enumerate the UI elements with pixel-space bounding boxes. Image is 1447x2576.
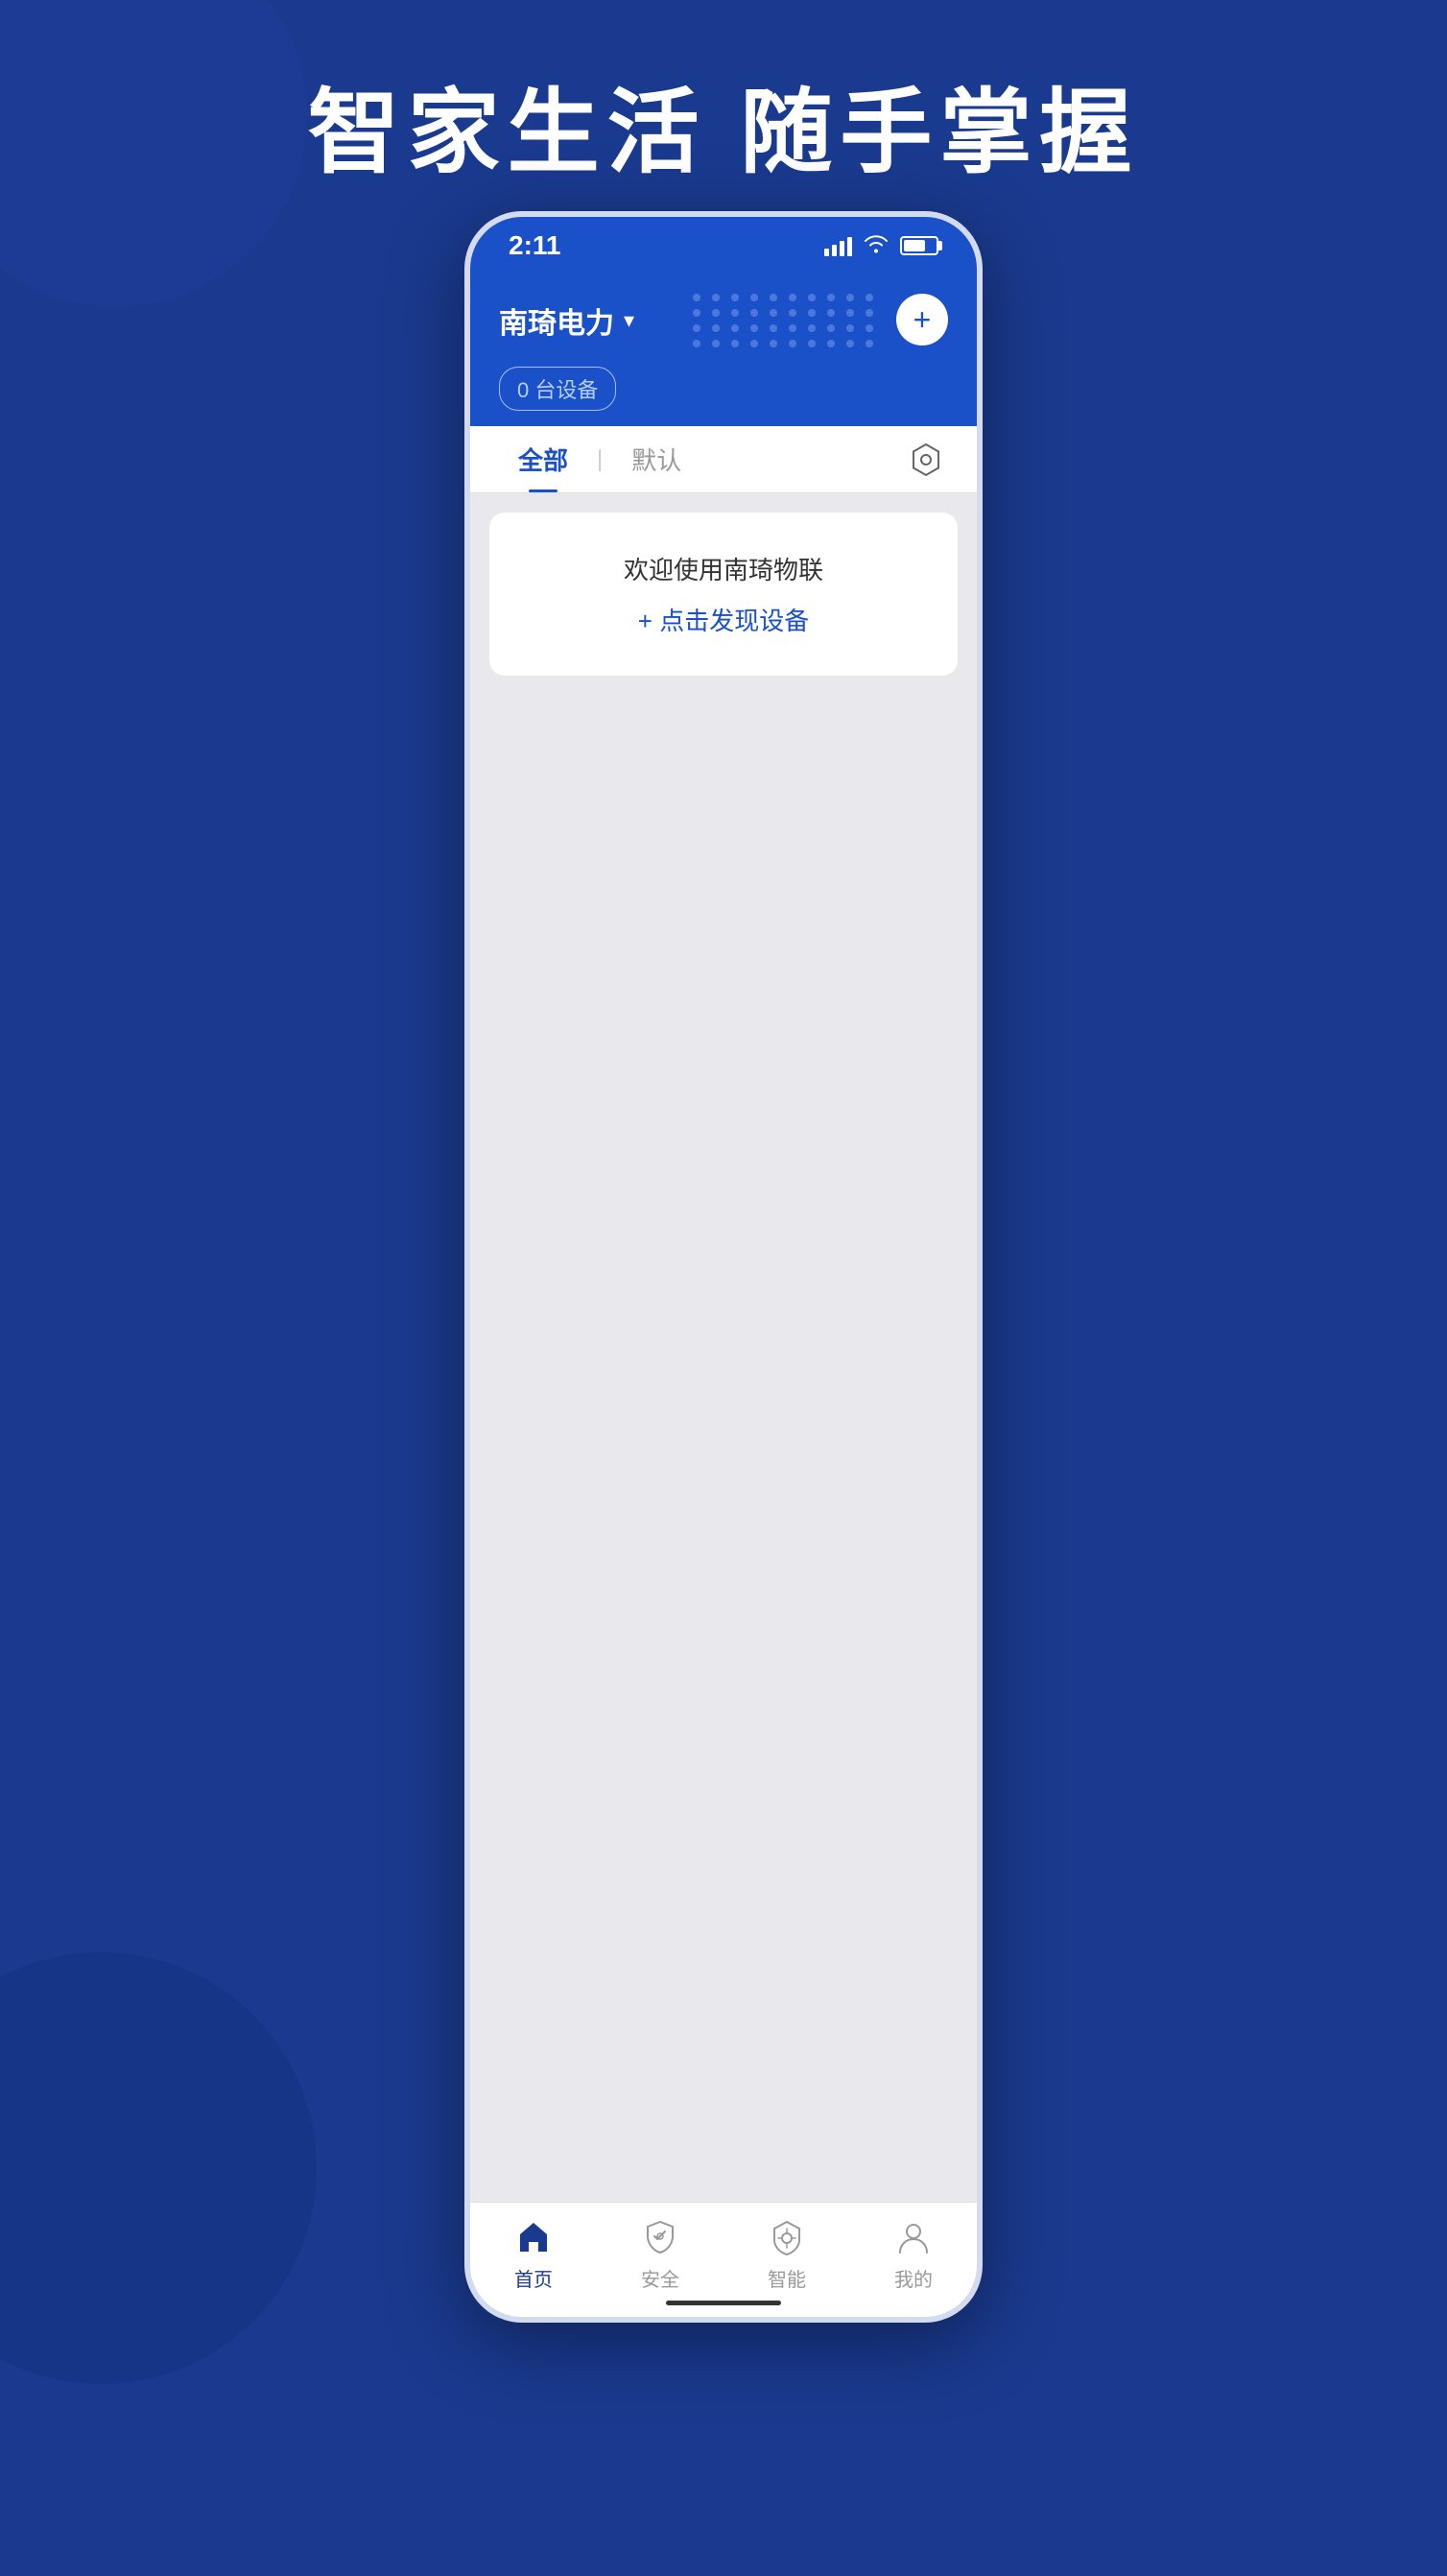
profile-icon [892,2216,935,2258]
welcome-text: 欢迎使用南琦物联 [518,551,929,586]
signal-icon [824,235,852,256]
dropdown-arrow-icon: ▾ [624,308,634,333]
dot-pattern [693,294,877,347]
tab-default[interactable]: 默认 [612,426,700,492]
hero-text: 智家生活 随手掌握 [0,58,1447,191]
tab-all[interactable]: 全部 [499,426,587,492]
nav-item-smart[interactable]: 智能 [724,2216,850,2292]
main-content: 欢迎使用南琦物联 + 点击发现设备 [470,493,977,2175]
battery-icon [900,236,938,255]
nav-label-smart: 智能 [768,2264,806,2292]
device-count-row: 0 台设备 [499,367,948,426]
home-icon [512,2216,555,2258]
add-device-button[interactable]: + [896,294,948,346]
header-right: + [693,294,948,347]
status-bar: 2:11 [470,217,977,274]
nav-label-security: 安全 [641,2264,679,2292]
tab-bar: 全部 | 默认 [470,426,977,493]
nav-item-security[interactable]: 安全 [597,2216,724,2292]
settings-icon-button[interactable] [904,438,948,482]
header-top: 南琦电力 ▾ + [499,294,948,347]
discover-device-link[interactable]: + 点击发现设备 [518,602,929,637]
phone-frame: 2:11 [464,211,983,2323]
location-name: 南琦电力 [499,299,614,342]
status-time: 2:11 [509,230,561,261]
home-indicator [666,2301,781,2305]
tab-divider: | [597,446,603,473]
nav-label-profile: 我的 [894,2264,933,2292]
nav-item-home[interactable]: 首页 [470,2216,597,2292]
nav-item-profile[interactable]: 我的 [850,2216,977,2292]
bottom-nav: 首页 安全 [470,2202,977,2317]
wifi-icon [864,232,889,259]
status-icons [824,232,938,259]
app-header: 南琦电力 ▾ + 0 台设备 [470,274,977,426]
device-count-badge: 0 台设备 [499,367,616,411]
welcome-card: 欢迎使用南琦物联 + 点击发现设备 [489,513,958,676]
location-selector[interactable]: 南琦电力 ▾ [499,299,634,342]
smart-icon [766,2216,808,2258]
hexagon-settings-icon [909,442,943,477]
shield-icon [639,2216,681,2258]
bg-decoration-bottom-left [0,1952,317,2384]
nav-label-home: 首页 [514,2264,553,2292]
phone-mockup: 2:11 [464,211,983,2323]
